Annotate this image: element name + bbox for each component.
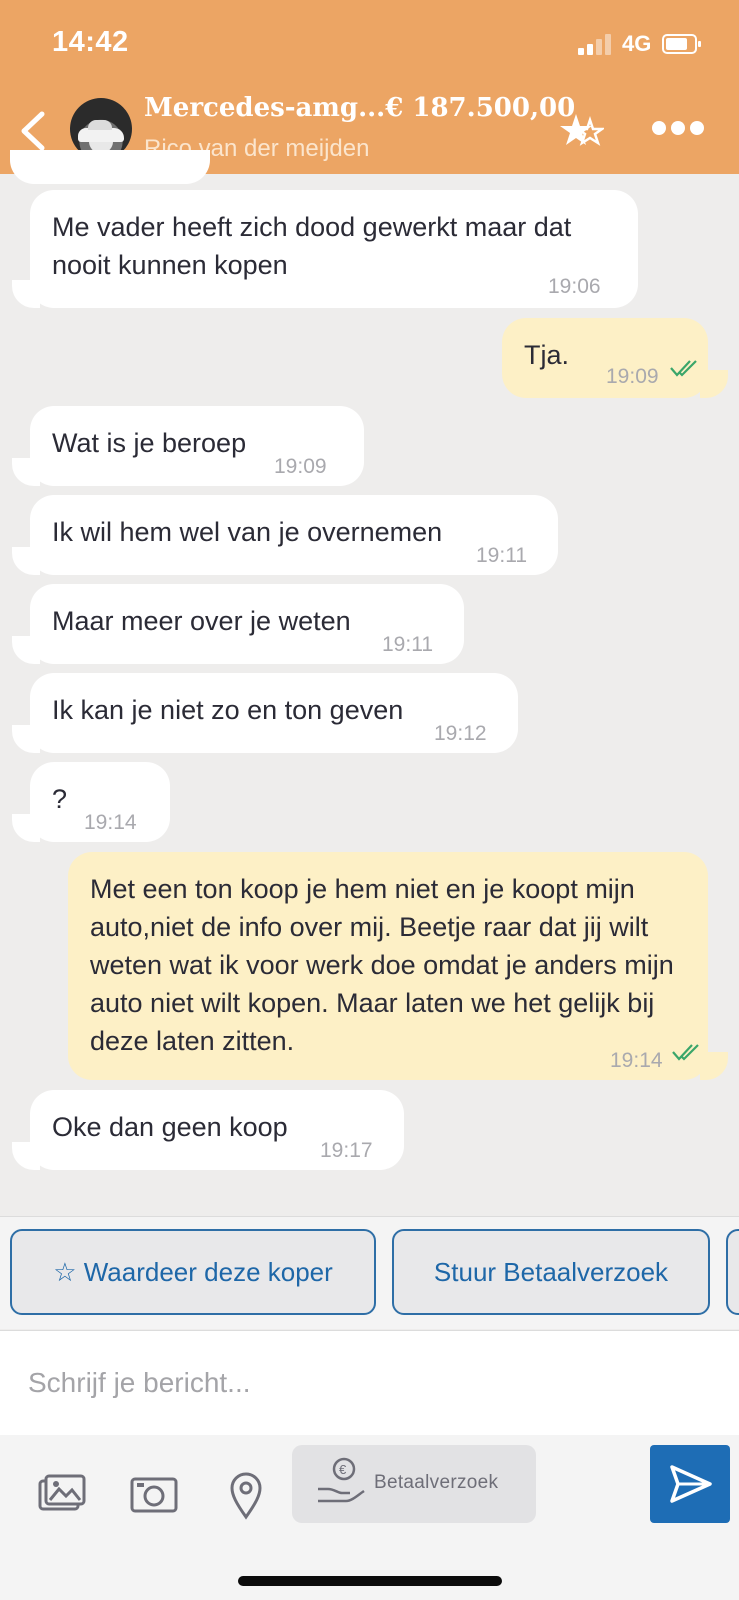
message-time: 19:09 — [274, 455, 327, 478]
message-time: 19:17 — [320, 1139, 373, 1162]
message-time: 19:12 — [434, 722, 487, 745]
message-time: 19:11 — [382, 633, 433, 656]
bubble-tail — [12, 725, 40, 753]
bubble-tail — [12, 547, 40, 575]
svg-text:€: € — [339, 1462, 347, 1477]
camera-icon[interactable] — [126, 1467, 182, 1523]
read-check-icon — [670, 360, 697, 377]
signal-icon — [578, 33, 614, 55]
quick-actions-bar: ☆ Waardeer deze koper Stuur Betaalverzoe… — [0, 1216, 739, 1329]
message-incoming: ? 19:14 — [30, 762, 170, 842]
chat-header: 14:42 4G Mercedes-amg...€ 187.500,00 Ric… — [0, 0, 739, 174]
listing-title[interactable]: Mercedes-amg...€ 187.500,00 — [144, 93, 575, 123]
message-partial — [10, 150, 210, 184]
message-time: 19:14 — [84, 811, 137, 834]
send-payment-request-button[interactable]: Stuur Betaalverzoek — [392, 1229, 710, 1315]
message-time: 19:09 — [606, 365, 659, 388]
message-time: 19:06 — [548, 275, 601, 298]
send-icon — [670, 1465, 712, 1503]
bubble-tail — [700, 1052, 728, 1080]
payment-request-button[interactable]: € Betaalverzoek — [292, 1445, 536, 1523]
gallery-icon[interactable] — [32, 1467, 88, 1523]
message-input[interactable] — [26, 1357, 690, 1409]
send-button[interactable] — [650, 1445, 730, 1523]
back-arrow-icon[interactable] — [14, 106, 54, 156]
message-text: Maar meer over je weten — [52, 606, 351, 636]
compose-area — [0, 1330, 739, 1436]
message-text: Ik kan je niet zo en ton geven — [52, 695, 404, 725]
bubble-tail — [12, 814, 40, 842]
bubble-tail — [12, 636, 40, 664]
bubble-tail — [12, 1142, 40, 1170]
message-text: Met een ton koop je hem niet en je koopt… — [90, 874, 674, 1056]
message-incoming: Maar meer over je weten 19:11 — [30, 584, 464, 664]
read-check-icon — [672, 1044, 699, 1061]
message-text: ? — [52, 784, 68, 814]
message-incoming: Oke dan geen koop 19:17 — [30, 1090, 404, 1170]
location-pin-icon[interactable] — [218, 1467, 274, 1523]
message-incoming: Ik kan je niet zo en ton geven 19:12 — [30, 673, 518, 753]
rate-buyer-button[interactable]: ☆ Waardeer deze koper — [10, 1229, 376, 1315]
battery-icon — [662, 34, 701, 54]
home-indicator — [238, 1576, 502, 1586]
bubble-tail — [12, 458, 40, 486]
message-text: Oke dan geen koop — [52, 1112, 288, 1142]
bubble-tail — [12, 280, 40, 308]
status-time: 14:42 — [52, 26, 129, 58]
message-incoming: Wat is je beroep 19:09 — [30, 406, 364, 486]
message-text: Ik wil hem wel van je overnemen — [52, 517, 443, 547]
message-text: Tja. — [524, 340, 570, 370]
bubble-tail — [700, 370, 728, 398]
message-outgoing: Tja. 19:09 — [502, 318, 708, 398]
message-incoming: Ik wil hem wel van je overnemen 19:11 — [30, 495, 558, 575]
euro-hand-icon: € — [318, 1457, 365, 1503]
star-rating-icon[interactable] — [560, 112, 604, 152]
network-type: 4G — [622, 31, 652, 56]
message-time: 19:14 — [610, 1049, 663, 1072]
message-text: Wat is je beroep — [52, 428, 247, 458]
message-text: Me vader heeft zich dood gewerkt maar da… — [52, 212, 572, 280]
more-options-icon[interactable] — [652, 121, 704, 137]
message-time: 19:11 — [476, 544, 527, 567]
more-actions-button[interactable] — [726, 1229, 739, 1315]
message-outgoing: Met een ton koop je hem niet en je koopt… — [68, 852, 708, 1080]
message-incoming: Me vader heeft zich dood gewerkt maar da… — [30, 190, 638, 308]
payment-request-label: Betaalverzoek — [374, 1472, 499, 1493]
